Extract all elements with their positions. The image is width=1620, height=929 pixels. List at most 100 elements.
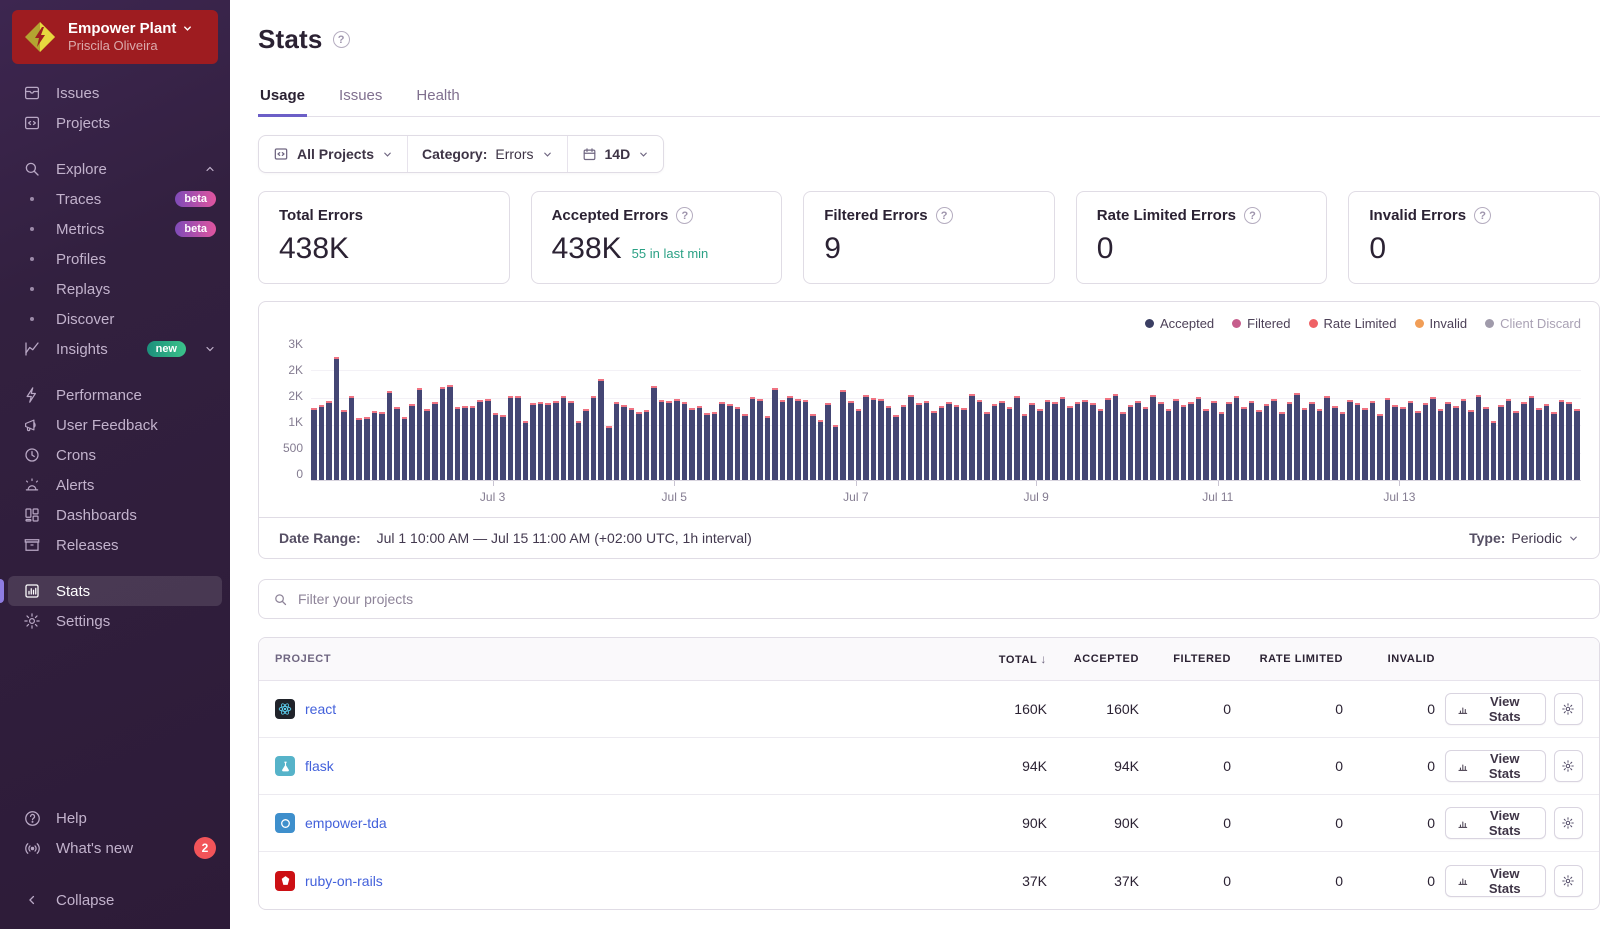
project-link[interactable]: empower-tda [305,815,387,831]
legend-item[interactable]: Invalid [1415,316,1468,331]
help-circle-icon[interactable]: ? [676,207,693,224]
card-value: 0 [1097,232,1114,266]
cell-total: 160K [955,701,1047,717]
chevron-down-icon [542,149,553,160]
projects-table: PROJECT TOTAL↓ ACCEPTED FILTERED RATE LI… [258,637,1600,910]
view-stats-button[interactable]: View Stats [1445,865,1546,897]
whats-new-count-badge: 2 [194,837,216,859]
project-link[interactable]: flask [305,758,334,774]
cell-invalid: 0 [1343,815,1435,831]
calendar-icon [582,147,597,162]
sidebar-item-label: Performance [56,387,216,404]
tab-issues[interactable]: Issues [337,79,384,117]
sidebar-collapse-button[interactable]: Collapse [0,885,230,915]
project-settings-button[interactable] [1554,693,1583,725]
view-stats-button[interactable]: View Stats [1445,807,1546,839]
sidebar-item-user-feedback[interactable]: User Feedback [0,410,230,440]
category-filter-button[interactable]: Category: Errors [407,136,566,172]
project-link[interactable]: ruby-on-rails [305,873,383,889]
card-value: 0 [1369,232,1386,266]
stat-cards: Total Errors 438K Accepted Errors? 438K5… [258,191,1600,284]
tab-health[interactable]: Health [414,79,461,117]
sidebar-item-label: Alerts [56,477,216,494]
date-period-button[interactable]: 14D [567,136,664,172]
col-header-project[interactable]: PROJECT [275,653,955,665]
dashboards-icon [22,505,42,525]
archive-icon [22,535,42,555]
project-settings-button[interactable] [1554,865,1583,897]
gear-icon [22,611,42,631]
sidebar-item-stats[interactable]: Stats [0,576,230,606]
view-stats-button[interactable]: View Stats [1445,750,1546,782]
sidebar-item-projects[interactable]: Projects [0,108,230,138]
chart-bars[interactable] [311,343,1581,481]
sidebar-item-label: Replays [56,281,216,298]
col-header-rate-limited[interactable]: RATE LIMITED [1231,653,1343,665]
table-row: react 160K 160K 0 0 0 View Stats [259,681,1599,738]
project-settings-button[interactable] [1554,807,1583,839]
search-input[interactable] [298,591,1585,607]
sidebar-item-releases[interactable]: Releases [0,530,230,560]
card-value: 438K [552,232,622,266]
chart-footer: Date Range: Jul 1 10:00 AM — Jul 15 11:0… [259,517,1599,558]
bar-chart-icon [1457,703,1469,716]
col-header-accepted[interactable]: ACCEPTED [1047,653,1139,665]
help-circle-icon[interactable]: ? [936,207,953,224]
sidebar-item-profiles[interactable]: Profiles [0,244,230,274]
sidebar-item-alerts[interactable]: Alerts [0,470,230,500]
legend-item[interactable]: Filtered [1232,316,1290,331]
cell-filtered: 0 [1139,701,1231,717]
project-link[interactable]: react [305,701,336,717]
card-value: 438K [279,232,349,266]
search-icon [22,159,42,179]
legend-item[interactable]: Client Discard [1485,316,1581,331]
project-settings-button[interactable] [1554,750,1583,782]
cell-filtered: 0 [1139,815,1231,831]
col-header-total[interactable]: TOTAL↓ [955,652,1047,666]
sidebar-item-dashboards[interactable]: Dashboards [0,500,230,530]
col-header-invalid[interactable]: INVALID [1343,653,1435,665]
help-circle-icon[interactable]: ? [1244,207,1261,224]
beta-badge: beta [175,221,216,237]
card-title: Rate Limited Errors [1097,207,1236,224]
chevron-down-icon [382,149,393,160]
type-selector[interactable]: Type: Periodic [1469,530,1579,546]
cell-invalid: 0 [1343,758,1435,774]
sidebar-item-label: User Feedback [56,417,216,434]
help-circle-icon[interactable]: ? [1474,207,1491,224]
col-header-filtered[interactable]: FILTERED [1139,653,1231,665]
sidebar-item-whats-new[interactable]: What's new 2 [0,833,230,863]
ruby-on-rails-platform-icon [275,871,295,891]
sidebar-item-discover[interactable]: Discover [0,304,230,334]
project-filter-button[interactable]: All Projects [259,136,407,172]
lightning-icon [22,385,42,405]
sidebar-item-label: Profiles [56,251,216,268]
org-logo-icon [22,19,58,55]
tab-usage[interactable]: Usage [258,79,307,117]
sidebar-item-crons[interactable]: Crons [0,440,230,470]
legend-item[interactable]: Rate Limited [1309,316,1397,331]
org-user: Priscila Oliveira [68,38,193,54]
chevron-down-icon [1568,533,1579,544]
empower-tda-platform-icon [275,813,295,833]
sidebar-nav: Issues Projects Explore Traces beta Metr… [0,78,230,803]
sidebar-item-help[interactable]: Help [0,803,230,833]
sidebar-item-metrics[interactable]: Metrics beta [0,214,230,244]
sidebar-item-traces[interactable]: Traces beta [0,184,230,214]
type-label: Type: [1469,530,1505,546]
sidebar-item-issues[interactable]: Issues [0,78,230,108]
flask-platform-icon [275,756,295,776]
bullet-icon [22,279,42,299]
sidebar-item-insights[interactable]: Insights new [0,334,230,364]
view-stats-button[interactable]: View Stats [1445,693,1546,725]
legend-item[interactable]: Accepted [1145,316,1214,331]
sidebar-item-replays[interactable]: Replays [0,274,230,304]
sidebar-item-performance[interactable]: Performance [0,380,230,410]
cell-total: 94K [955,758,1047,774]
help-circle-icon[interactable]: ? [333,31,350,48]
gear-icon [1561,759,1575,773]
org-switcher[interactable]: Empower Plant Priscila Oliveira [12,10,218,64]
sidebar-item-explore[interactable]: Explore [0,154,230,184]
sidebar-item-settings[interactable]: Settings [0,606,230,636]
sidebar-item-label: Collapse [56,892,216,909]
